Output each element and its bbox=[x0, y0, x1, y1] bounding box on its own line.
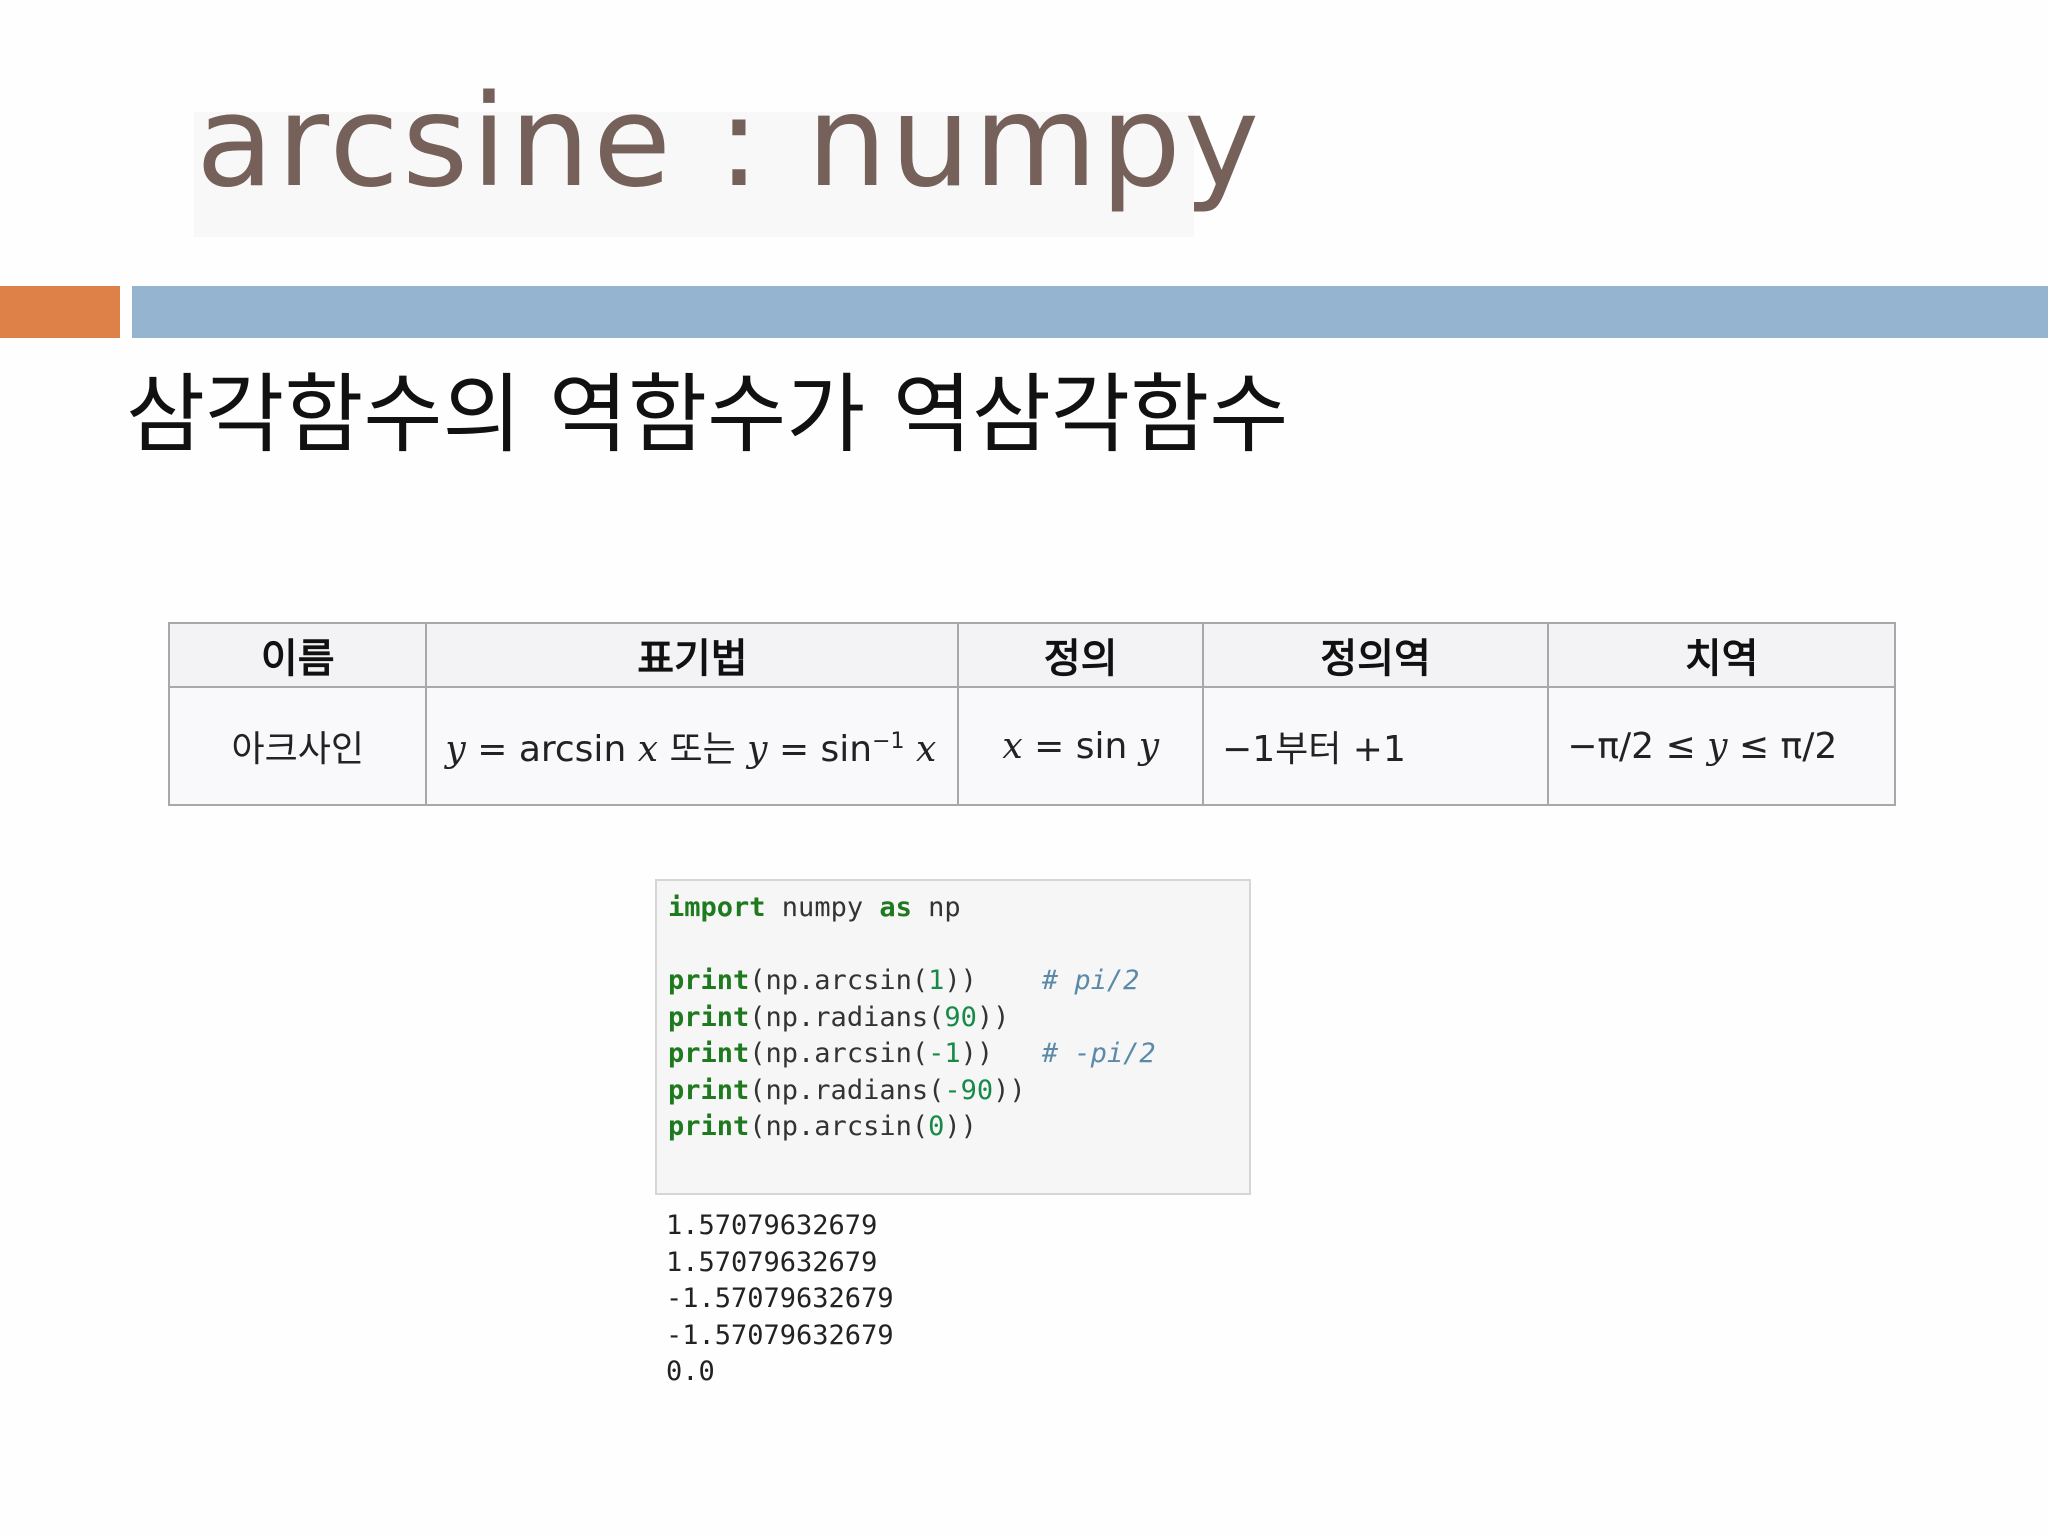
code-line-num: 0 bbox=[928, 1111, 945, 1142]
cell-definition: x = sin y bbox=[957, 686, 1205, 806]
code-line-fn: print bbox=[668, 1001, 750, 1033]
code-line-post: )) bbox=[993, 1074, 1026, 1106]
definition-y: y bbox=[1138, 725, 1160, 767]
notation-x2: x bbox=[916, 729, 937, 770]
output-line: -1.57079632679 bbox=[666, 1283, 894, 1314]
arcsine-info-table: 이름 표기법 정의 정의역 치역 아크사인 y = arcsin x 또는 y … bbox=[167, 622, 1896, 806]
code-block: import numpy as np print(np.arcsin(1)) #… bbox=[668, 890, 1156, 1146]
code-line-num: -90 bbox=[944, 1074, 994, 1106]
header-definition: 정의 bbox=[957, 622, 1205, 688]
header-name: 이름 bbox=[167, 622, 428, 688]
code-line-num: 90 bbox=[944, 1001, 977, 1033]
code-line-fn: print bbox=[668, 965, 750, 996]
notation-eq1: = arcsin bbox=[465, 729, 638, 770]
cell-notation: y = arcsin x 또는 y = sin−1 x bbox=[425, 686, 960, 806]
code-line-fn: print bbox=[668, 1038, 750, 1069]
code-output: 1.57079632679 1.57079632679 -1.570796326… bbox=[666, 1208, 894, 1391]
cell-domain: −1부터 +1 bbox=[1202, 686, 1550, 806]
header-domain: 정의역 bbox=[1202, 622, 1550, 688]
cell-range: −π/2 ≤ y ≤ π/2 bbox=[1547, 686, 1896, 806]
range-left: −π/2 ≤ bbox=[1567, 725, 1708, 767]
output-line: 1.57079632679 bbox=[666, 1210, 878, 1241]
code-as-keyword: as bbox=[879, 892, 912, 923]
output-line: 1.57079632679 bbox=[666, 1246, 878, 1278]
output-line: 0.0 bbox=[666, 1356, 715, 1387]
code-line-num: -1 bbox=[928, 1038, 961, 1069]
accent-bar-blue bbox=[132, 286, 2048, 338]
code-line-pre: (np.arcsin( bbox=[749, 1111, 929, 1142]
code-import-keyword: import bbox=[668, 892, 766, 923]
code-line-fn: print bbox=[668, 1074, 750, 1106]
code-line-post: )) bbox=[976, 1001, 1010, 1033]
output-line: -1.57079632679 bbox=[666, 1319, 894, 1351]
code-import-alias: np bbox=[911, 892, 961, 923]
code-line-post: )) bbox=[944, 1111, 977, 1142]
code-line-pre: (np.arcsin( bbox=[749, 1038, 929, 1069]
code-line-comment: # -pi/2 bbox=[993, 1038, 1156, 1069]
code-line-post: )) bbox=[960, 1038, 994, 1069]
code-line-comment: # pi/2 bbox=[976, 965, 1140, 996]
slide-subtitle: 삼각함수의 역함수가 역삼각함수 bbox=[126, 365, 1289, 465]
code-import-module: numpy bbox=[765, 892, 880, 923]
notation-eq2: = sin bbox=[767, 729, 873, 770]
code-line-pre: (np.radians( bbox=[749, 1001, 945, 1033]
notation-superscript: −1 bbox=[872, 729, 905, 754]
header-range: 치역 bbox=[1547, 622, 1896, 688]
code-line-pre: (np.radians( bbox=[749, 1074, 945, 1106]
code-line-num: 1 bbox=[928, 965, 945, 996]
cell-name: 아크사인 bbox=[167, 686, 428, 806]
range-right: ≤ π/2 bbox=[1727, 725, 1838, 767]
notation-x1: x bbox=[637, 729, 659, 770]
range-y: y bbox=[1707, 725, 1728, 767]
header-notation: 표기법 bbox=[425, 622, 960, 688]
code-line-fn: print bbox=[668, 1111, 750, 1142]
notation-y1: y bbox=[445, 729, 466, 770]
table-row: 아크사인 y = arcsin x 또는 y = sin−1 x x = sin… bbox=[167, 686, 1896, 806]
code-line-pre: (np.arcsin( bbox=[749, 965, 929, 996]
definition-x: x bbox=[1002, 725, 1023, 767]
slide-title: arcsine : numpy bbox=[196, 67, 1263, 215]
definition-eq: = sin bbox=[1022, 725, 1139, 767]
notation-or: 또는 bbox=[658, 729, 748, 770]
accent-bar-orange bbox=[0, 286, 120, 338]
table-header-row: 이름 표기법 정의 정의역 치역 bbox=[167, 622, 1896, 688]
code-line-post: )) bbox=[944, 965, 977, 996]
notation-y2: y bbox=[747, 729, 768, 770]
